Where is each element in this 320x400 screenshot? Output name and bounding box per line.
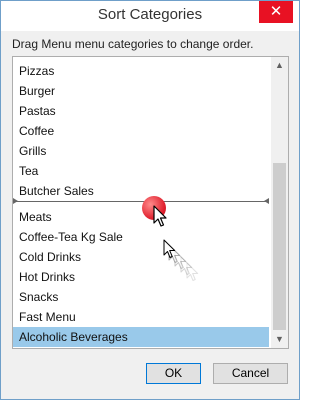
list-item[interactable]: Fast Menu [13,307,269,327]
vertical-scrollbar[interactable]: ▲ ▼ [271,57,288,348]
list-item[interactable]: Butcher Sales [13,181,269,201]
list-item[interactable]: Pastas [13,101,269,121]
list-item[interactable]: Coffee [13,121,269,141]
list-item[interactable]: Coffee-Tea Kg Sale [13,227,269,247]
window-title: Sort Categories [97,6,203,23]
mouse-pointer-icon [153,205,167,227]
category-items: Pizzas Burger Pastas Coffee Grills Tea Butcher… [13,57,269,348]
close-button[interactable]: ✕ [259,1,293,23]
list-item[interactable]: Tea [13,161,269,181]
close-icon: ✕ [269,3,283,20]
sort-categories-dialog: Sort Categories ✕ Drag Menu menu categor… [0,0,300,400]
scrollbar-thumb[interactable] [273,163,286,330]
list-item[interactable]: Grills [13,141,269,161]
list-item[interactable]: Snacks [13,287,269,307]
ok-button[interactable]: OK [146,363,201,384]
title-bar[interactable]: Sort Categories ✕ [1,1,299,31]
list-item[interactable]: Meats [13,207,269,227]
scroll-down-icon[interactable]: ▼ [271,331,288,348]
drag-pointer-trail-icon [163,239,199,281]
list-item[interactable]: Alcoholic Beverages [13,327,269,347]
instruction-text: Drag Menu menu categories to change orde… [12,37,254,51]
list-item[interactable]: Burger [13,81,269,101]
cancel-button[interactable]: Cancel [213,363,288,384]
drop-insertion-marker [13,198,269,204]
list-item[interactable]: Cold Drinks [13,247,269,267]
list-item[interactable]: Hot Drinks [13,267,269,287]
list-item[interactable]: Pizzas [13,61,269,81]
scroll-up-icon[interactable]: ▲ [271,57,288,74]
